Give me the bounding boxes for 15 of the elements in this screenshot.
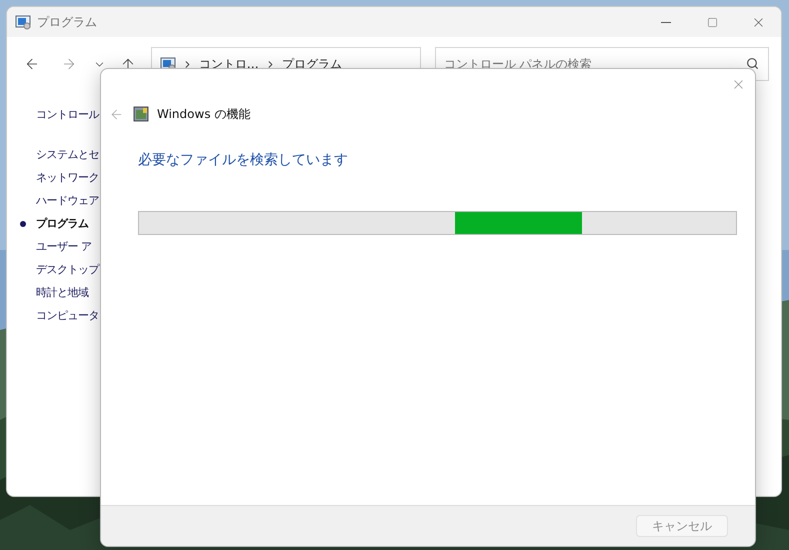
sidebar-item[interactable]: プログラム [36,216,88,232]
sidebar-item[interactable]: デスクトップ [36,262,99,278]
sidebar-item[interactable]: ハードウェア [36,192,99,210]
sidebar-item[interactable]: 時計と地域 [36,284,88,302]
sidebar-item[interactable]: システムとセ [36,146,99,164]
control-panel-icon [15,14,31,30]
sidebar-item[interactable]: ユーザー ア [36,238,92,256]
features-icon [133,106,149,122]
sidebar-item[interactable]: コンピュータ [36,308,99,324]
sidebar-item[interactable]: ネットワーク [36,170,99,186]
window-title: プログラム [37,14,97,31]
dialog-heading: 必要なファイルを検索しています [138,152,348,168]
search-icon [746,57,760,70]
maximize-icon [706,16,718,28]
dialog-title: Windows の機能 [157,106,250,123]
